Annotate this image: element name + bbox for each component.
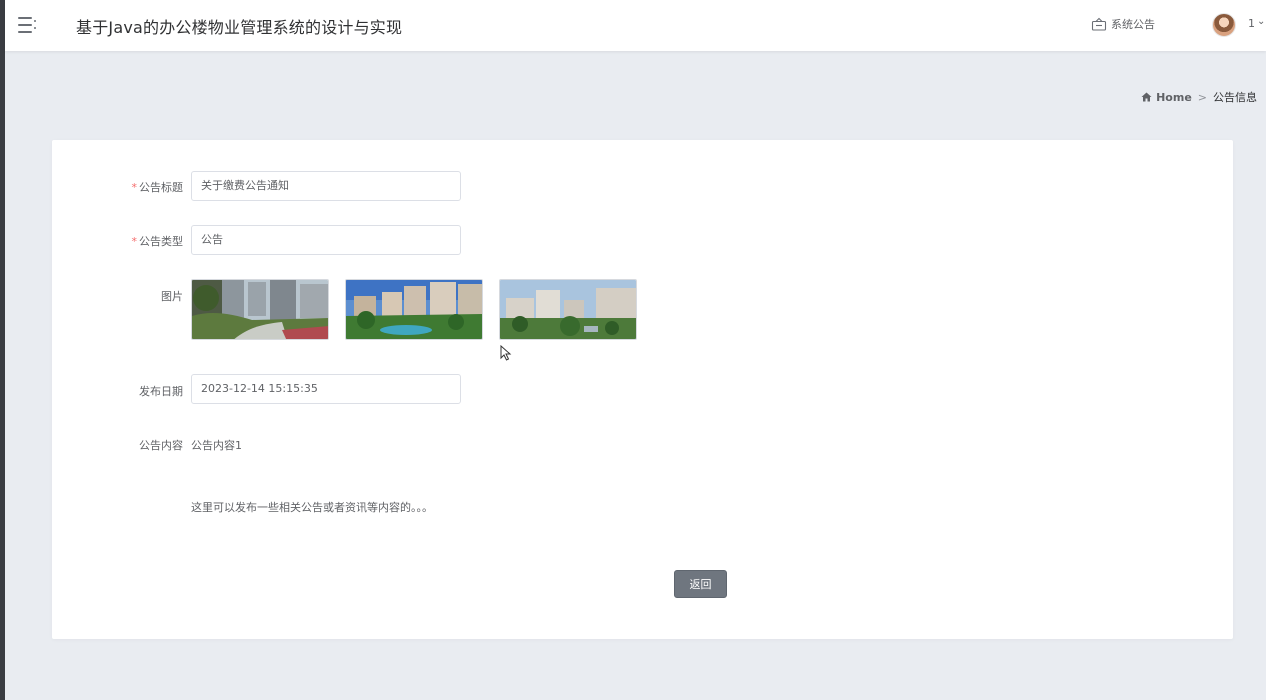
top-header: 基于Java的办公楼物业管理系统的设计与实现 系统公告 1 ⌄	[5, 0, 1266, 51]
notice-image-2[interactable]	[345, 279, 483, 340]
notice-icon	[1091, 17, 1107, 31]
required-mark: *	[131, 235, 138, 248]
required-mark: *	[131, 181, 138, 194]
breadcrumb-home-label: Home	[1156, 90, 1192, 104]
content-line-1: 公告内容1	[191, 439, 242, 452]
home-icon	[1141, 92, 1152, 102]
system-notice-label: 系统公告	[1111, 18, 1155, 31]
chevron-down-icon[interactable]: ⌄	[1257, 16, 1265, 27]
notice-type-field[interactable]: 公告	[191, 225, 461, 255]
breadcrumb-separator: >	[1197, 90, 1207, 104]
notice-title-field[interactable]: 关于缴费公告通知	[191, 171, 461, 201]
user-avatar[interactable]	[1212, 13, 1236, 37]
notice-detail-card: * 公告标题 关于缴费公告通知 * 公告类型 公告 图片 发布日期 2023-1…	[52, 140, 1233, 639]
notice-image-3[interactable]	[499, 279, 637, 340]
breadcrumb-current: 公告信息	[1213, 91, 1257, 104]
date-field-label: 发布日期	[139, 385, 183, 398]
content-line-2: 这里可以发布一些相关公告或者资讯等内容的。。。	[191, 501, 433, 514]
breadcrumb-home[interactable]: Home	[1141, 91, 1192, 104]
hamburger-icon[interactable]	[18, 15, 38, 35]
back-button[interactable]: 返回	[674, 570, 727, 598]
user-name[interactable]: 1	[1248, 17, 1255, 30]
breadcrumb: Home > 公告信息	[1141, 89, 1257, 105]
system-notice-link[interactable]: 系统公告	[1091, 16, 1155, 32]
publish-date-field[interactable]: 2023-12-14 15:15:35	[191, 374, 461, 404]
content-field-label: 公告内容	[139, 439, 183, 452]
app-title: 基于Java的办公楼物业管理系统的设计与实现	[76, 18, 403, 37]
images-field-label: 图片	[161, 290, 183, 303]
type-field-label: * 公告类型	[131, 235, 184, 248]
notice-image-1[interactable]	[191, 279, 329, 340]
left-edge-strip	[0, 0, 5, 700]
title-field-label: * 公告标题	[131, 181, 184, 194]
